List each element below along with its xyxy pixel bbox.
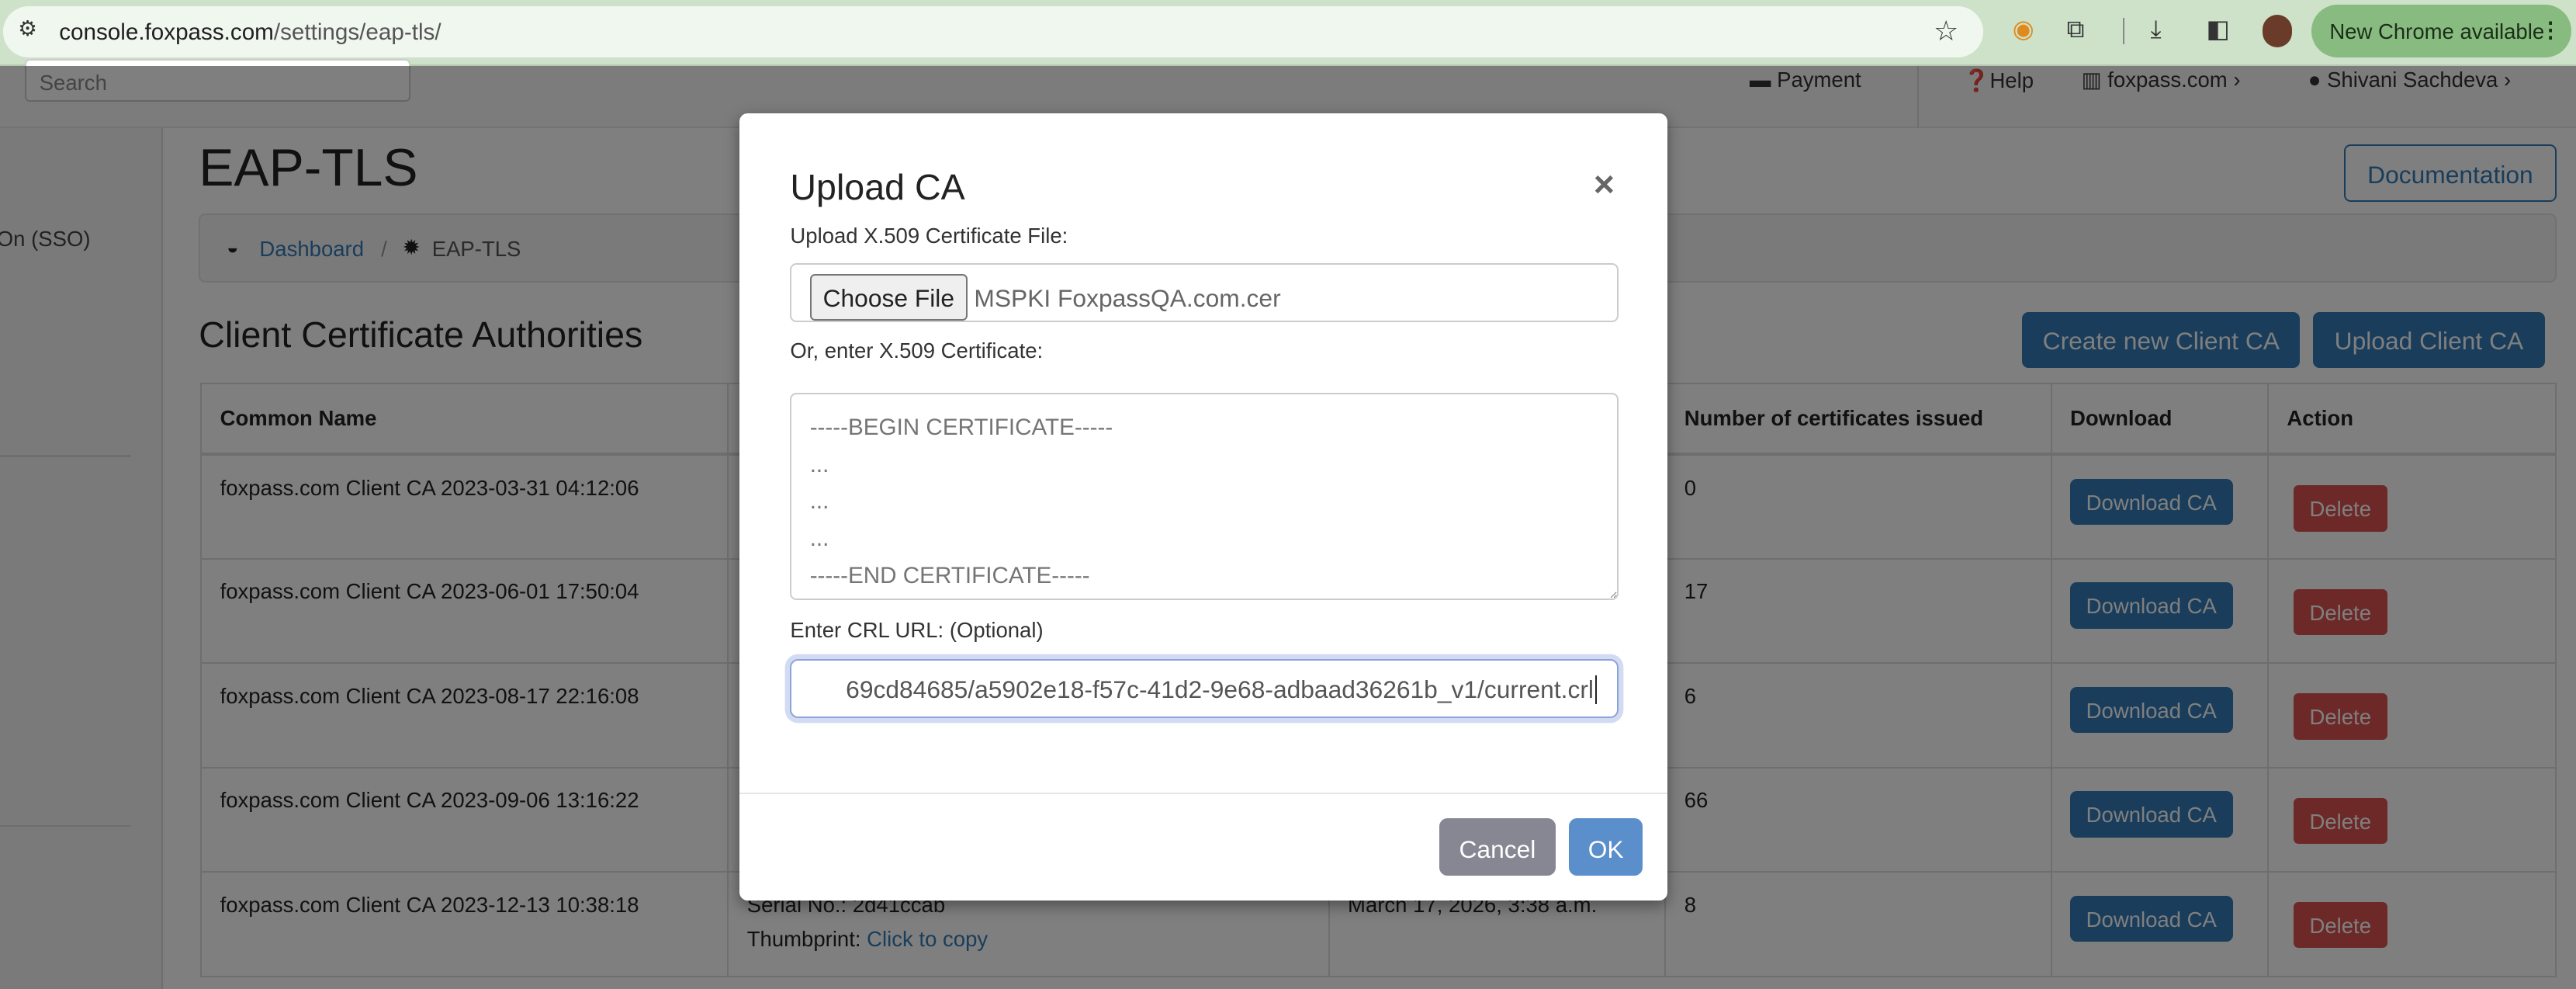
new-chrome-available-button[interactable]: New Chrome available ⋮ <box>2311 5 2571 58</box>
upload-ca-modal: Upload CA × Upload X.509 Certificate Fil… <box>739 113 1668 901</box>
crl-url-value: 69cd84685/a5902e18-f57c-41d2-9e68-adbaad… <box>846 675 1598 705</box>
browser-toolbar: ⚙ console.foxpass.com/settings/eap-tls/ … <box>0 0 2576 66</box>
modal-title: Upload CA <box>790 166 965 207</box>
cert-label: Or, enter X.509 Certificate: <box>790 338 1044 363</box>
bookmark-star-icon[interactable]: ☆ <box>1934 15 1958 47</box>
profile-avatar[interactable] <box>2262 15 2292 48</box>
divider <box>2122 18 2124 45</box>
choose-file-button[interactable]: Choose File <box>809 274 968 321</box>
file-input[interactable]: Choose File MSPKI FoxpassQA.com.cer <box>790 262 1619 322</box>
url-text[interactable]: console.foxpass.com/settings/eap-tls/ <box>59 19 441 46</box>
modal-footer-divider <box>739 792 1668 794</box>
ok-button[interactable]: OK <box>1569 818 1643 876</box>
cancel-button[interactable]: Cancel <box>1439 818 1556 876</box>
file-label: Upload X.509 Certificate File: <box>790 223 1068 248</box>
address-bar[interactable]: ⚙ console.foxpass.com/settings/eap-tls/ … <box>3 6 1983 58</box>
menu-kebab-icon[interactable]: ⋮ <box>2540 18 2561 43</box>
download-icon[interactable]: ⤓ <box>2151 15 2162 44</box>
file-name: MSPKI FoxpassQA.com.cer <box>974 284 1281 313</box>
certificate-textarea[interactable] <box>790 393 1619 600</box>
new-chrome-label: New Chrome available <box>2329 19 2545 44</box>
close-icon[interactable]: × <box>1594 163 1615 205</box>
extension-icon[interactable]: ◉ <box>2013 15 2034 43</box>
crl-label: Enter CRL URL: (Optional) <box>790 618 1044 643</box>
url-host: console.foxpass.com <box>59 19 274 46</box>
side-panel-icon[interactable]: ◧ <box>2207 15 2230 43</box>
url-path: /settings/eap-tls/ <box>273 19 441 46</box>
screen: ⚙ console.foxpass.com/settings/eap-tls/ … <box>0 0 2576 989</box>
crl-url-input[interactable]: 69cd84685/a5902e18-f57c-41d2-9e68-adbaad… <box>790 659 1619 719</box>
site-settings-icon[interactable]: ⚙ <box>18 16 37 41</box>
extensions-puzzle-icon[interactable]: ⧉ <box>2067 15 2085 44</box>
